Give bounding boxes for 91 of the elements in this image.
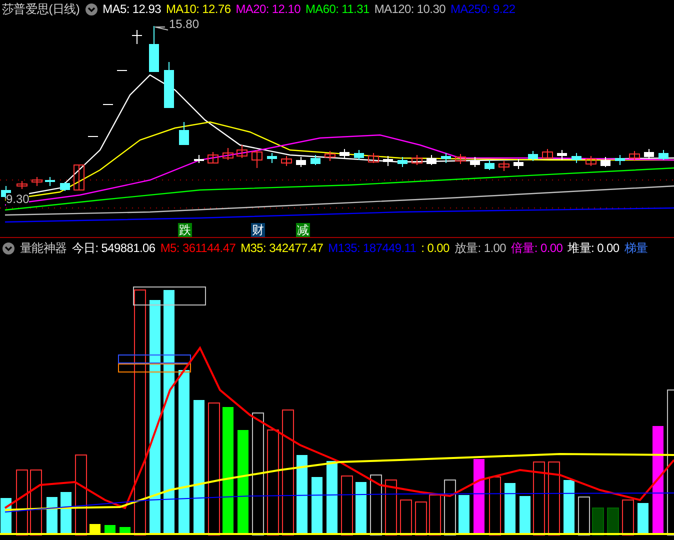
candlestick xyxy=(600,156,610,168)
candlestick xyxy=(658,150,668,160)
candlestick xyxy=(498,160,510,172)
candlestick xyxy=(441,152,451,164)
candlestick xyxy=(615,154,625,166)
candlestick xyxy=(455,154,466,164)
volume-bar xyxy=(415,502,427,536)
candlestick xyxy=(644,148,654,160)
candlestick xyxy=(179,122,189,146)
indicator-value: 今日: 549881.06 xyxy=(72,240,156,256)
indicator-value: MA60: 11.31 xyxy=(305,2,370,16)
candlestick xyxy=(88,136,98,138)
indicator-value: M135: 187449.11 xyxy=(328,241,416,255)
low-price-label: 9.30 xyxy=(6,193,30,206)
volume-bar xyxy=(30,470,42,536)
signal-tag: 减 xyxy=(296,223,310,237)
volume-bar xyxy=(607,508,619,536)
candlestick xyxy=(324,150,336,162)
indicator-value: MA20: 12.10 xyxy=(236,2,300,16)
signal-tag: 财 xyxy=(251,223,265,237)
candlestick xyxy=(514,158,524,170)
signal-tag: 跌 xyxy=(178,223,192,237)
candlestick xyxy=(45,176,55,186)
chart-title: 莎普爱思(日线) xyxy=(2,0,80,18)
candlestick xyxy=(296,156,306,168)
volume-bar xyxy=(638,503,648,535)
candlestick xyxy=(103,104,113,106)
candlestick xyxy=(117,70,127,72)
volume-bar xyxy=(16,470,28,536)
candlestick xyxy=(132,30,142,44)
candlestick xyxy=(236,144,248,158)
indicator-value: MA250: 9.22 xyxy=(450,2,516,16)
candlestick xyxy=(194,154,204,164)
candlestick xyxy=(383,156,393,166)
candlestick xyxy=(484,160,494,170)
high-price-label: 15.80 xyxy=(169,18,200,31)
indicator-value: 倍量: 0.00 xyxy=(511,240,563,256)
volume-bar xyxy=(578,496,590,536)
indicator-value: 堆量: 0.00 xyxy=(568,240,620,256)
volume-bar xyxy=(385,480,397,536)
volume-bar xyxy=(444,480,456,536)
candlestick xyxy=(281,156,292,166)
volume-bar xyxy=(370,474,382,536)
candlestick xyxy=(586,156,596,166)
candlestick xyxy=(208,152,218,164)
volume-bar xyxy=(429,494,441,536)
indicator-value: MA5: 12.93 xyxy=(102,2,161,16)
candlestick xyxy=(222,148,234,160)
candlestick xyxy=(398,156,408,168)
candlestick xyxy=(354,150,364,160)
candlestick xyxy=(74,164,84,190)
candlestick xyxy=(60,182,70,192)
candlestick xyxy=(310,154,320,166)
volume-bar xyxy=(356,482,366,535)
volume-bar xyxy=(458,495,470,535)
volume-bar xyxy=(341,476,353,536)
candlestick xyxy=(16,180,28,190)
indicator-value: M35: 342477.47 xyxy=(240,241,324,255)
indicator-value: : 0.00 xyxy=(421,241,450,255)
candlestick xyxy=(572,152,582,164)
candlestick xyxy=(252,150,262,168)
volume-bar xyxy=(592,508,604,536)
candlestick xyxy=(340,148,350,160)
indicator-title: 量能神器 xyxy=(20,240,67,256)
volume-bar xyxy=(60,492,72,535)
dropdown-icon[interactable] xyxy=(2,242,15,254)
candlestick xyxy=(32,176,42,186)
candlestick xyxy=(528,150,538,162)
candlestick xyxy=(426,154,436,166)
candlestick xyxy=(267,152,277,164)
indicator-value: 梯量 xyxy=(624,240,648,256)
volume-bar xyxy=(489,476,501,536)
candlestick xyxy=(629,150,640,162)
candlestick xyxy=(149,26,159,72)
indicator-value: MA10: 12.76 xyxy=(166,2,231,16)
candlestick xyxy=(470,156,480,168)
volume-bar xyxy=(564,480,574,535)
candlestick xyxy=(164,62,174,108)
candlestick xyxy=(542,148,553,160)
volume-bar xyxy=(622,500,634,536)
dropdown-icon[interactable] xyxy=(84,2,98,16)
indicator-value: MA120: 10.30 xyxy=(374,2,446,16)
volume-bar xyxy=(520,496,530,535)
indicator-value: 放量: 1.00 xyxy=(454,240,506,256)
candlestick xyxy=(412,154,422,166)
volume-bar xyxy=(504,483,516,535)
volume-bar xyxy=(400,500,412,536)
indicator-value: M5: 361144.47 xyxy=(160,241,236,255)
volume-bar xyxy=(312,477,322,535)
candlestick xyxy=(368,152,379,164)
candlestick xyxy=(557,150,567,160)
